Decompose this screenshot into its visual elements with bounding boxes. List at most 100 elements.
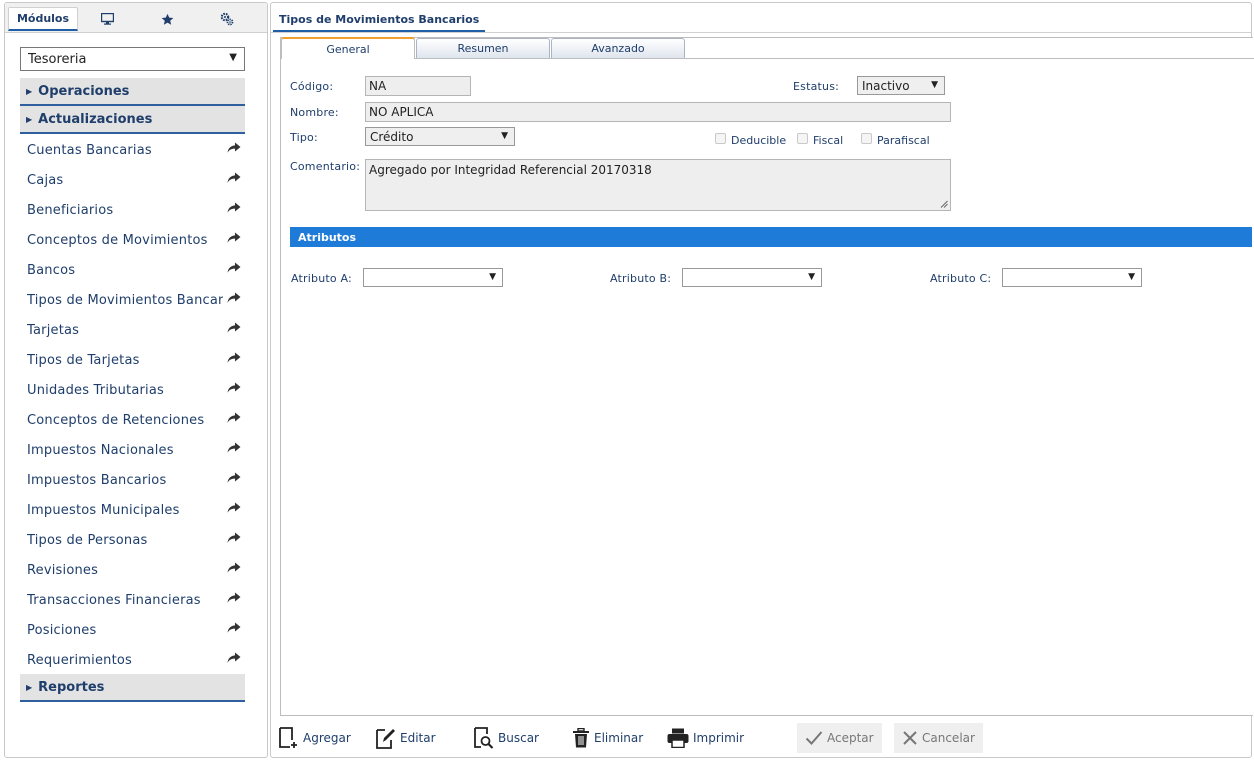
tab-general[interactable]: General xyxy=(281,37,415,59)
menu-item[interactable]: Conceptos de Retenciones xyxy=(20,405,245,435)
share-arrow-icon xyxy=(227,382,241,393)
cancelar-button[interactable]: Cancelar xyxy=(894,723,983,753)
menu-item-label: Revisiones xyxy=(27,562,99,578)
estatus-value: Inactivo xyxy=(862,78,910,93)
menu-item[interactable]: Tipos de Personas xyxy=(20,525,245,555)
eliminar-button[interactable]: Eliminar xyxy=(572,723,643,753)
menu-item[interactable]: Bancos xyxy=(20,255,245,285)
caret-down-icon: ▼ xyxy=(489,272,496,282)
codigo-label: Código: xyxy=(290,80,334,93)
deducible-checkbox[interactable]: Deducible xyxy=(715,133,786,147)
menu-item[interactable]: Requerimientos xyxy=(20,645,245,675)
share-arrow-icon xyxy=(227,292,241,303)
imprimir-button[interactable]: Imprimir xyxy=(667,723,744,753)
gears-icon xyxy=(220,12,234,26)
comentario-label: Comentario: xyxy=(290,160,361,173)
menu-item[interactable]: Beneficiarios xyxy=(20,195,245,225)
caret-right-icon: ▶ xyxy=(26,114,33,124)
menu-item[interactable]: Impuestos Bancarios xyxy=(20,465,245,495)
edit-icon xyxy=(376,729,395,749)
checkbox-box[interactable] xyxy=(715,133,726,144)
menu-item[interactable]: Conceptos de Movimientos xyxy=(20,225,245,255)
caret-right-icon: ▶ xyxy=(26,86,33,96)
menu-item[interactable]: Posiciones xyxy=(20,615,245,645)
tab-settings[interactable] xyxy=(207,7,247,31)
fiscal-checkbox[interactable]: Fiscal xyxy=(797,133,844,147)
menu-item[interactable]: Impuestos Municipales xyxy=(20,495,245,525)
tipo-select[interactable]: Crédito ▼ xyxy=(365,127,515,146)
comentario-textarea[interactable]: Agregado por Integridad Referencial 2017… xyxy=(365,159,951,211)
menu-item[interactable]: Impuestos Nacionales xyxy=(20,435,245,465)
section-operaciones[interactable]: ▶ Operaciones xyxy=(20,78,245,106)
nombre-input[interactable]: NO APLICA xyxy=(365,102,951,122)
menu-item[interactable]: Cajas xyxy=(20,165,245,195)
search-document-icon xyxy=(474,727,494,749)
caret-down-icon: ▼ xyxy=(229,52,237,63)
resize-grip-icon[interactable] xyxy=(940,200,948,208)
share-arrow-icon xyxy=(227,532,241,543)
share-arrow-icon xyxy=(227,142,241,153)
tab-favorites[interactable] xyxy=(147,7,187,31)
imprimir-label: Imprimir xyxy=(693,731,745,745)
atributo-b-label: Atributo B: xyxy=(610,272,672,285)
module-select[interactable]: Tesoreria ▼ xyxy=(20,47,245,71)
close-icon xyxy=(903,731,917,745)
share-arrow-icon xyxy=(227,592,241,603)
share-arrow-icon xyxy=(227,202,241,213)
tipo-label: Tipo: xyxy=(290,131,318,144)
share-arrow-icon xyxy=(227,442,241,453)
checkbox-box[interactable] xyxy=(861,133,872,144)
tab-desktop[interactable] xyxy=(87,7,127,31)
caret-down-icon: ▼ xyxy=(808,272,815,282)
section-label: Actualizaciones xyxy=(38,111,153,127)
buscar-button[interactable]: Buscar xyxy=(474,723,539,753)
printer-icon xyxy=(667,728,689,748)
menu-item-label: Conceptos de Movimientos xyxy=(27,232,208,248)
menu-item-label: Requerimientos xyxy=(27,652,133,668)
tab-resumen[interactable]: Resumen xyxy=(416,38,550,58)
agregar-button[interactable]: Agregar xyxy=(279,723,351,753)
menu-item[interactable]: Transacciones Financieras xyxy=(20,585,245,615)
menu-item[interactable]: Tipos de Tarjetas xyxy=(20,345,245,375)
codigo-input[interactable]: NA xyxy=(365,76,471,96)
atributos-header: Atributos xyxy=(290,227,1252,247)
monitor-icon xyxy=(100,13,114,25)
menu-item[interactable]: Tarjetas xyxy=(20,315,245,345)
tab-modulos[interactable]: Módulos xyxy=(8,7,78,31)
buscar-label: Buscar xyxy=(498,731,539,745)
menu-item-label: Beneficiarios xyxy=(27,202,114,218)
section-actualizaciones[interactable]: ▶ Actualizaciones xyxy=(20,106,245,134)
checkbox-box[interactable] xyxy=(797,133,808,144)
menu-item[interactable]: Unidades Tributarias xyxy=(20,375,245,405)
caret-right-icon: ▶ xyxy=(26,682,33,692)
menu-item-label: Bancos xyxy=(27,262,76,278)
editar-button[interactable]: Editar xyxy=(376,723,436,753)
atributo-c-select[interactable]: ▼ xyxy=(1002,268,1142,287)
parafiscal-label: Parafiscal xyxy=(877,134,930,147)
menu-item[interactable]: Revisiones xyxy=(20,555,245,585)
main-tab[interactable]: Tipos de Movimientos Bancarios xyxy=(273,8,486,32)
estatus-select[interactable]: Inactivo ▼ xyxy=(857,76,945,95)
section-label: Operaciones xyxy=(38,83,130,99)
menu-item-label: Impuestos Bancarios xyxy=(27,472,167,488)
tab-avanzado[interactable]: Avanzado xyxy=(551,38,685,58)
menu-item-label: Tipos de Tarjetas xyxy=(27,352,140,368)
main-panel: Tipos de Movimientos Bancarios General R… xyxy=(270,2,1254,758)
menu-item[interactable]: Cuentas Bancarias xyxy=(20,135,245,165)
section-reportes[interactable]: ▶ Reportes xyxy=(20,674,245,702)
menu-item-label: Unidades Tributarias xyxy=(27,382,164,398)
tipo-value: Crédito xyxy=(370,129,414,144)
fiscal-label: Fiscal xyxy=(813,134,844,147)
menu-item[interactable]: Tipos de Movimientos Bancarios xyxy=(20,285,245,315)
check-icon xyxy=(805,731,823,745)
share-arrow-icon xyxy=(227,322,241,333)
trash-icon xyxy=(573,728,589,748)
parafiscal-checkbox[interactable]: Parafiscal xyxy=(861,133,930,147)
menu-item-label: Cuentas Bancarias xyxy=(27,142,152,158)
cancelar-label: Cancelar xyxy=(922,731,975,745)
aceptar-button[interactable]: Aceptar xyxy=(797,723,882,753)
atributo-b-select[interactable]: ▼ xyxy=(682,268,822,287)
atributo-a-select[interactable]: ▼ xyxy=(363,268,503,287)
menu-item-label: Posiciones xyxy=(27,622,97,638)
menu-list: Cuentas Bancarias Cajas Beneficiarios Co… xyxy=(20,135,245,675)
